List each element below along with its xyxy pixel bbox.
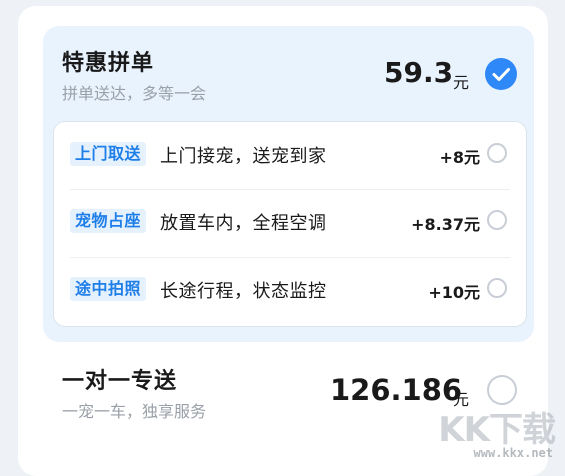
addon-desc: 放置车内，全程空调 [160, 213, 327, 234]
radio-empty-icon[interactable] [487, 278, 507, 298]
addon-tag: 上门取送 [70, 142, 147, 166]
addon-row-seat[interactable]: 宠物占座 放置车内，全程空调 +8.37元 [54, 190, 526, 257]
option-exclusive-ride-title: 一对一专送 [62, 369, 178, 394]
option-shared-ride-unit: 元 [453, 73, 470, 92]
addon-tag: 宠物占座 [70, 209, 147, 233]
addon-price: +8元 [439, 148, 480, 167]
radio-empty-icon[interactable] [487, 210, 507, 230]
option-shared-ride-title: 特惠拼单 [62, 51, 155, 76]
radio-empty-icon[interactable] [487, 375, 517, 405]
addon-list: 上门取送 上门接宠，送宠到家 +8元 宠物占座 放置车内，全程空调 +8.37元… [53, 121, 527, 327]
option-shared-ride-subtitle: 拼单送达，多等一会 [62, 84, 207, 103]
watermark-url: www.kkx.net [473, 446, 553, 460]
addon-desc: 上门接宠，送宠到家 [160, 146, 327, 167]
addon-row-pickup[interactable]: 上门取送 上门接宠，送宠到家 +8元 [54, 122, 526, 189]
option-exclusive-ride-subtitle: 一宠一车，独享服务 [62, 402, 207, 421]
radio-empty-icon[interactable] [487, 143, 507, 163]
addon-tag: 途中拍照 [70, 277, 147, 301]
addon-row-photo[interactable]: 途中拍照 长途行程，状态监控 +10元 [54, 258, 526, 325]
checkmark-circle-icon[interactable] [485, 58, 517, 90]
addon-price: +10元 [428, 283, 480, 302]
addon-desc: 长途行程，状态监控 [160, 281, 327, 302]
addon-price: +8.37元 [411, 215, 480, 234]
watermark-logo: KK下载 [438, 410, 556, 450]
option-shared-ride-price: 59.3 [384, 56, 454, 89]
